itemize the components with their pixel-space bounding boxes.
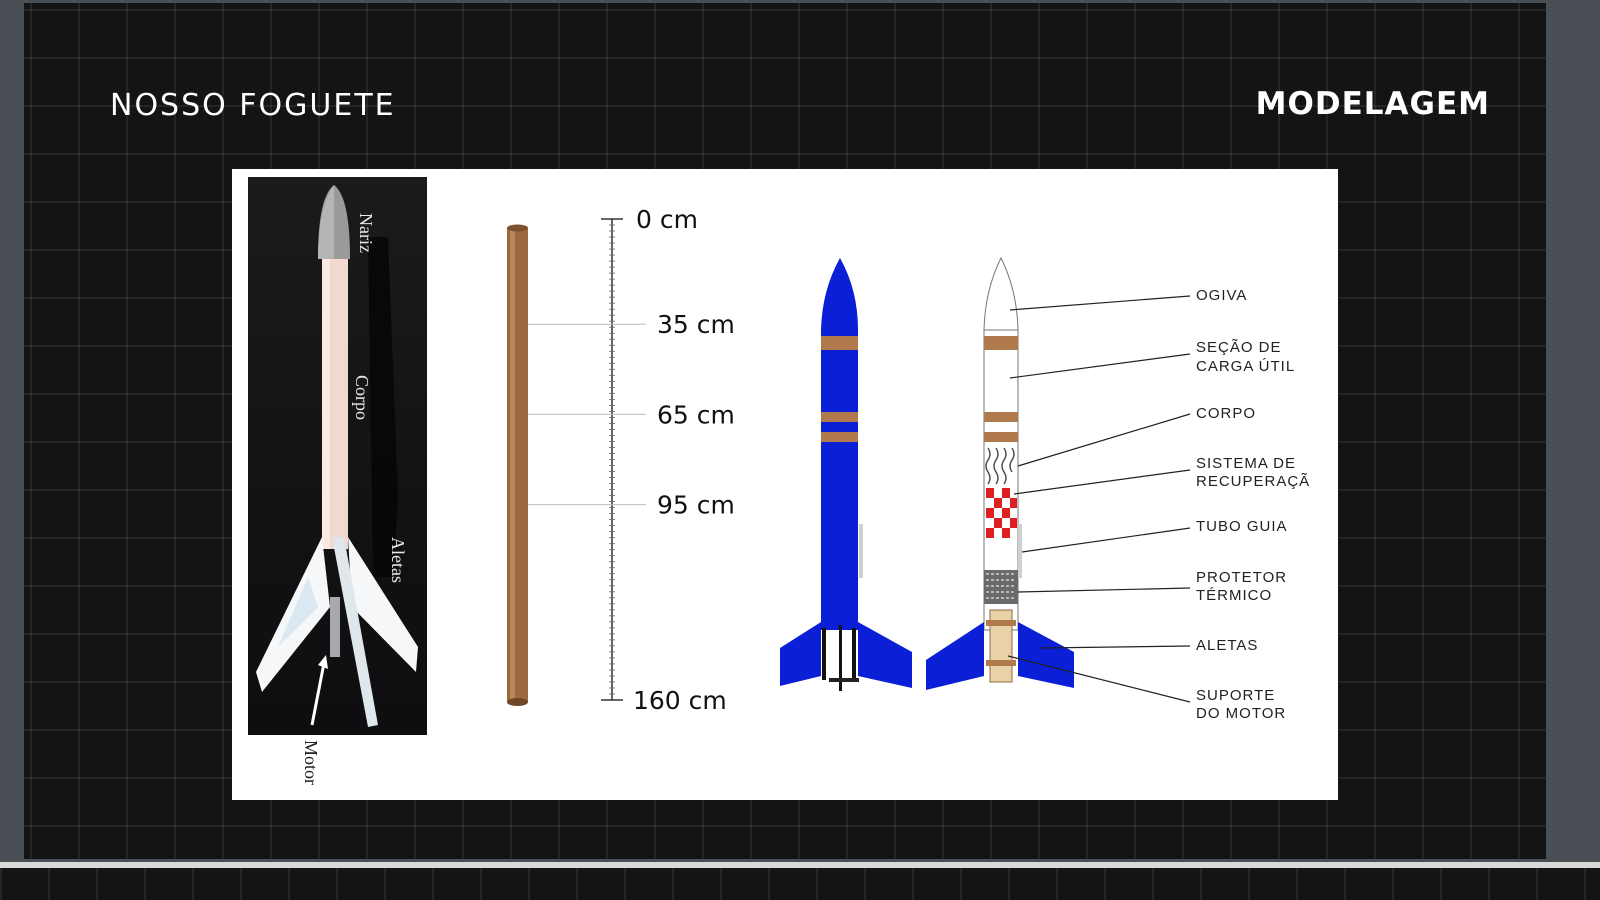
label-motor-line1: SUPORTE bbox=[1196, 687, 1275, 704]
ruler-mark-label: 65 cm bbox=[657, 400, 735, 429]
label-thermal-line1: PROTETOR bbox=[1196, 569, 1287, 586]
measurement-ruler: 0 cm 35 cm 65 cm 95 cm 160 cm bbox=[528, 205, 735, 715]
ruler-mark-label: 35 cm bbox=[657, 310, 735, 339]
rocket-cutaway-drawing bbox=[926, 256, 1074, 690]
label-payload-line2: CARGA ÚTIL bbox=[1196, 358, 1295, 375]
label-thermal-line2: TÉRMICO bbox=[1196, 587, 1272, 604]
ruler-mark-label: 0 cm bbox=[636, 205, 698, 234]
ruler-mark-label: 95 cm bbox=[657, 491, 735, 520]
label-tubo-guia: TUBO GUIA bbox=[1196, 518, 1288, 535]
body-tube bbox=[507, 224, 528, 706]
label-motor: Motor bbox=[301, 740, 321, 785]
label-recovery-line1: SISTEMA DE bbox=[1196, 455, 1296, 472]
label-ogiva: OGIVA bbox=[1196, 287, 1247, 304]
rocket-exterior-drawing bbox=[780, 258, 912, 691]
label-corpo-diagram: CORPO bbox=[1196, 405, 1256, 422]
label-recovery-line2: RECUPERAÇÃ bbox=[1196, 473, 1310, 490]
main-diagram: Motor 0 cm 35 cm 65 cm 95 cm 160 cm OGIVA SE… bbox=[301, 205, 1310, 785]
label-payload-line1: SEÇÃO DE bbox=[1196, 339, 1282, 356]
label-aletas-diagram: ALETAS bbox=[1196, 637, 1258, 654]
ruler-mark-label: 160 cm bbox=[633, 686, 727, 715]
label-motor-line2: DO MOTOR bbox=[1196, 705, 1286, 722]
